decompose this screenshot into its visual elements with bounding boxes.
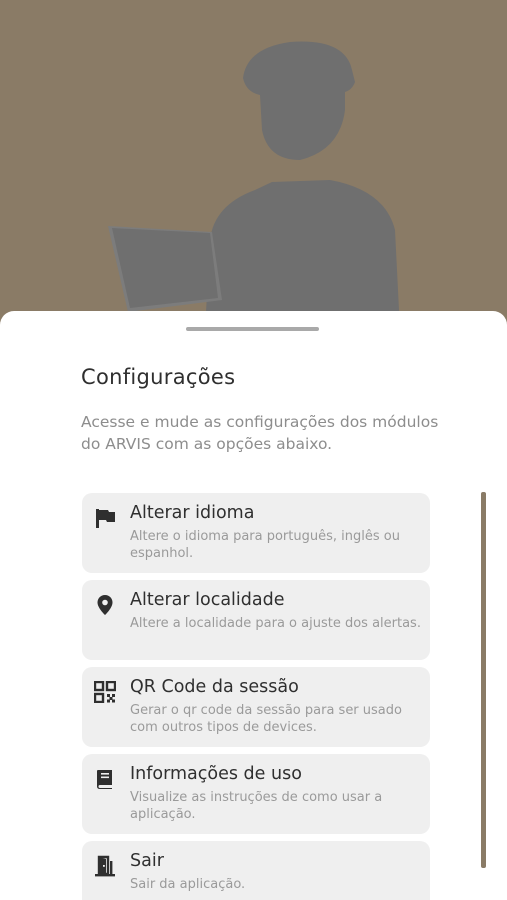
book-icon [94,768,116,790]
sheet-title: Configurações [81,365,236,389]
menu-item-sair[interactable]: Sair Sair da aplicação. [82,841,430,900]
menu-item-description: Altere a localidade para o ajuste dos al… [130,616,421,631]
location-pin-icon [94,594,116,616]
settings-bottom-sheet: Configurações Acesse e mude as configura… [0,311,507,900]
person-silhouette-image [108,41,400,330]
flag-icon [94,507,116,529]
settings-menu: Alterar idioma Altere o idioma para port… [82,493,430,900]
qr-code-icon [93,680,117,704]
menu-item-alterar-localidade[interactable]: Alterar localidade Altere a localidade p… [82,580,430,660]
menu-item-label: Informações de uso [130,764,302,784]
hero-image [0,0,507,330]
menu-item-label: Alterar localidade [130,590,285,610]
drag-handle[interactable] [186,327,319,331]
scrollbar[interactable] [481,492,486,868]
exit-door-icon [94,855,116,877]
menu-item-description: Sair da aplicação. [130,877,246,892]
menu-item-qr-code[interactable]: QR Code da sessão Gerar o qr code da ses… [82,667,430,747]
menu-item-description: Visualize as instruções de como usar a a… [130,790,383,822]
menu-item-alterar-idioma[interactable]: Alterar idioma Altere o idioma para port… [82,493,430,573]
menu-item-description: Altere o idioma para português, inglês o… [130,529,400,561]
sheet-subtitle: Acesse e mude as configurações dos módul… [81,413,439,453]
menu-item-description: Gerar o qr code da sessão para ser usado… [130,703,402,735]
menu-item-label: QR Code da sessão [130,677,299,697]
menu-item-label: Alterar idioma [130,503,255,523]
menu-item-label: Sair [130,851,164,871]
menu-item-informacoes-de-uso[interactable]: Informações de uso Visualize as instruçõ… [82,754,430,834]
